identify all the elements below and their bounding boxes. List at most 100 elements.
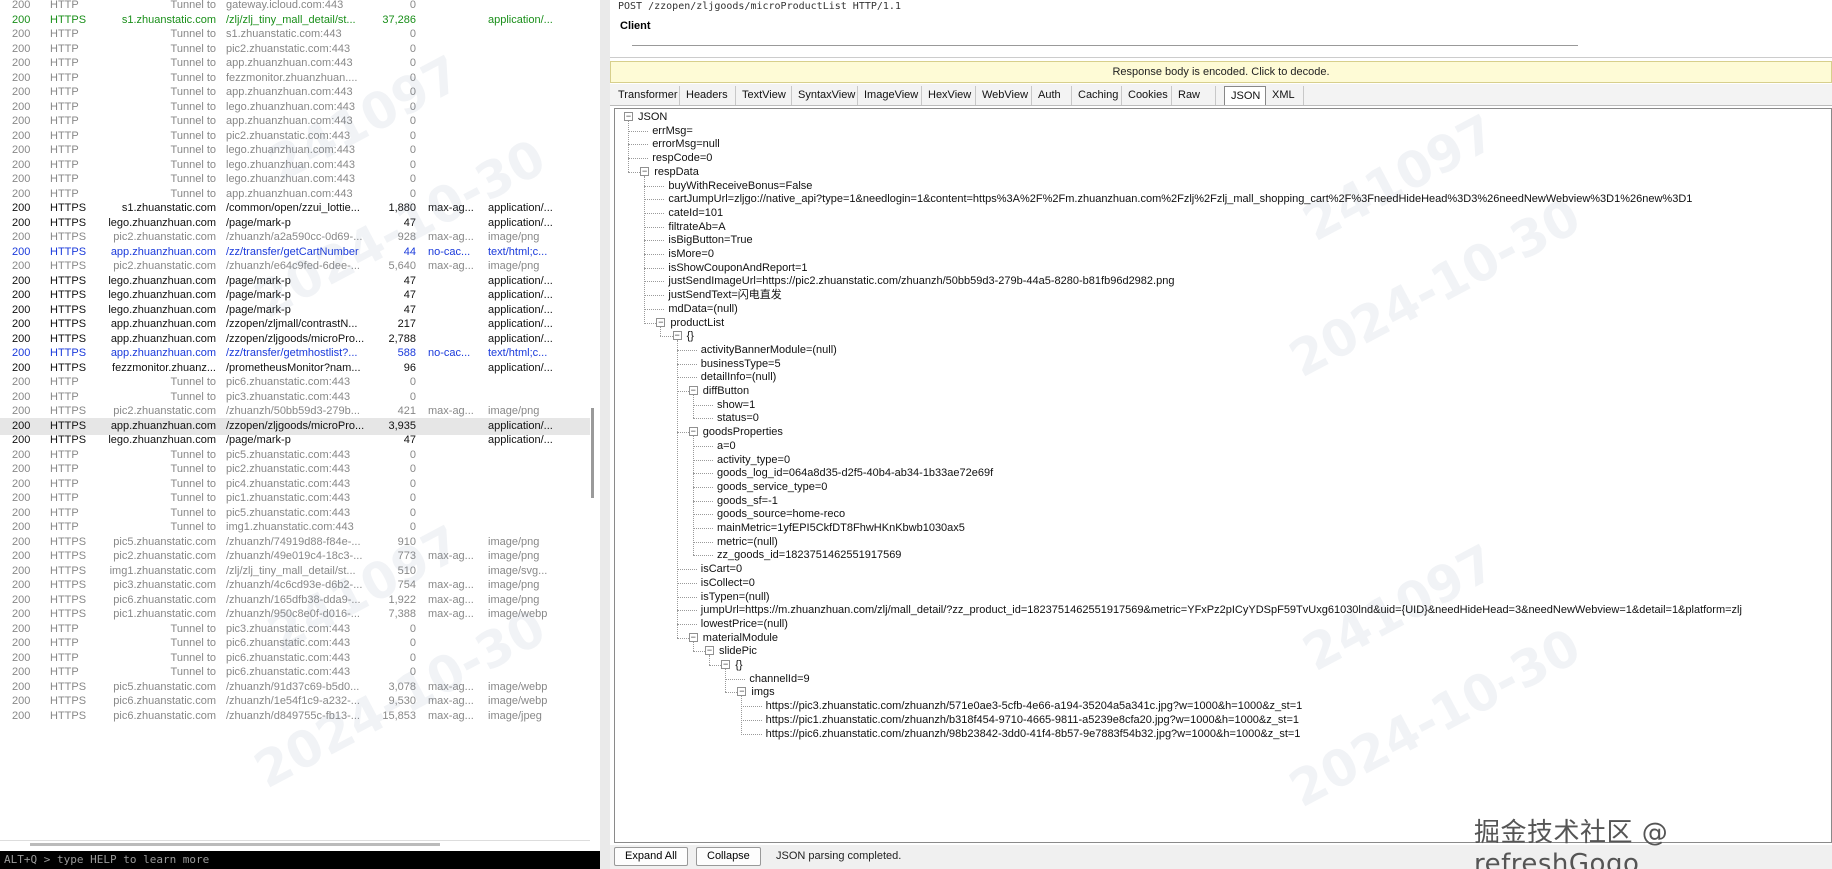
tree-connector bbox=[628, 144, 649, 146]
collapse-toggle-icon[interactable]: − bbox=[656, 317, 666, 327]
tree-connector bbox=[644, 212, 665, 214]
collapse-toggle-icon[interactable]: − bbox=[640, 166, 650, 176]
tree-connector bbox=[692, 473, 713, 475]
json-tree-view[interactable]: 241097 2024-10-30 241097 2024-10-30 − JSO… bbox=[614, 108, 1832, 843]
tree-connector bbox=[676, 582, 697, 584]
collapse-toggle-icon[interactable]: − bbox=[688, 632, 698, 642]
tree-connector bbox=[692, 459, 713, 461]
tree-connector bbox=[741, 719, 762, 721]
expand-all-button[interactable]: Expand All bbox=[614, 847, 688, 866]
tab-hexview[interactable]: HexView bbox=[922, 86, 976, 105]
inspector-panel: POST /zzopen/zljgoods/microProductList H… bbox=[610, 0, 1832, 869]
watermark-text: 2024-10-30 bbox=[1280, 187, 1590, 389]
tree-connector bbox=[676, 610, 697, 612]
json-tree-node[interactable]: {} bbox=[687, 328, 694, 344]
tree-connector bbox=[741, 696, 743, 734]
watermark-text: 2024-10-30 bbox=[1280, 617, 1590, 819]
tree-connector bbox=[676, 432, 689, 434]
collapse-button[interactable]: Collapse bbox=[696, 847, 761, 866]
tree-connector bbox=[644, 267, 665, 269]
tree-connector bbox=[741, 706, 762, 708]
tree-connector bbox=[676, 623, 697, 625]
tree-connector bbox=[628, 171, 641, 173]
json-tree-node[interactable]: https://pic6.zhuanstatic.com/zhuanzh/98b… bbox=[766, 726, 1301, 742]
tab-syntaxview[interactable]: SyntaxView bbox=[792, 86, 858, 105]
tree-connector bbox=[676, 363, 697, 365]
tree-connector bbox=[644, 308, 665, 310]
tree-connector bbox=[692, 514, 713, 516]
tab-transformer[interactable]: Transformer bbox=[612, 86, 680, 105]
request-line: POST /zzopen/zljgoods/microProductList H… bbox=[618, 1, 901, 12]
tree-connector bbox=[692, 528, 713, 529]
json-tree-node[interactable]: cartJumpUrl=zljgo://native_api?type=1&ne… bbox=[668, 191, 1692, 207]
client-header-label: Client bbox=[620, 20, 651, 32]
tree-connector bbox=[692, 500, 713, 502]
tree-connector bbox=[676, 340, 678, 638]
session-row[interactable]: 200 HTTPS pic6.zhuanstatic.com/zhuanzh/d84… bbox=[0, 708, 590, 725]
collapse-toggle-icon[interactable]: − bbox=[737, 687, 747, 697]
tree-connector bbox=[676, 569, 697, 571]
tree-connector bbox=[725, 678, 746, 680]
tree-connector bbox=[692, 641, 694, 652]
json-tree-node[interactable]: jumpUrl=https://m.zhuanzhuan.com/zlj/mal… bbox=[701, 602, 1742, 618]
tree-connector bbox=[725, 669, 727, 693]
divider bbox=[610, 57, 1832, 58]
tree-connector bbox=[741, 733, 762, 735]
tree-connector bbox=[628, 158, 649, 160]
collapse-toggle-icon[interactable]: − bbox=[624, 112, 633, 121]
session-caching: max-ag... bbox=[428, 709, 474, 722]
tree-connector bbox=[692, 651, 705, 653]
quickexec-bar[interactable]: ALT+Q > type HELP to learn more bbox=[0, 851, 600, 869]
panel-splitter[interactable] bbox=[600, 0, 610, 869]
tree-connector bbox=[692, 418, 713, 420]
tab-headers[interactable]: Headers bbox=[680, 86, 736, 105]
tree-connector bbox=[660, 336, 673, 338]
json-tree-node[interactable]: {} bbox=[735, 657, 742, 673]
tree-connector bbox=[676, 637, 689, 639]
session-host: pic6.zhuanstatic.com bbox=[113, 709, 216, 722]
sessions-panel: 200 HTTP Tunnel to gateway.icloud.com:443 0 2… bbox=[0, 0, 600, 869]
collapse-toggle-icon[interactable]: − bbox=[688, 427, 698, 437]
tab-raw[interactable]: Raw bbox=[1172, 86, 1216, 105]
tree-connector bbox=[725, 692, 738, 694]
collapse-toggle-icon[interactable]: − bbox=[672, 331, 682, 341]
tree-connector bbox=[628, 130, 649, 132]
json-tree-node[interactable]: goodsProperties bbox=[703, 424, 783, 440]
tree-connector bbox=[692, 436, 694, 556]
tree-connector bbox=[644, 185, 665, 187]
response-tabs: Transformer Headers TextView SyntaxView Imag… bbox=[610, 84, 1832, 106]
tree-connector bbox=[692, 445, 713, 447]
tab-auth[interactable]: Auth bbox=[1032, 86, 1072, 105]
tab-webview[interactable]: WebView bbox=[976, 86, 1032, 105]
json-status-text: JSON parsing completed. bbox=[776, 850, 902, 862]
tree-connector bbox=[676, 377, 697, 379]
tree-connector bbox=[644, 281, 665, 283]
tree-connector bbox=[644, 322, 657, 324]
tab-xml[interactable]: XML bbox=[1266, 86, 1304, 105]
json-tree-node[interactable]: productList bbox=[670, 315, 724, 331]
tree-connector bbox=[660, 326, 662, 337]
sessions-scrollbar[interactable] bbox=[591, 408, 594, 498]
watermark-credit: 掘金技术社区 @ refreshGogo bbox=[1474, 818, 1669, 869]
collapse-toggle-icon[interactable]: − bbox=[721, 660, 731, 669]
tree-connector bbox=[644, 254, 665, 255]
tree-connector bbox=[692, 404, 713, 406]
tab-imageview[interactable]: ImageView bbox=[858, 86, 922, 105]
session-body-size: 15,853 bbox=[382, 709, 416, 722]
tab-cookies[interactable]: Cookies bbox=[1122, 86, 1172, 105]
tab-caching[interactable]: Caching bbox=[1072, 86, 1122, 105]
tree-connector bbox=[628, 121, 629, 172]
sessions-horizontal-scrollbar[interactable] bbox=[0, 840, 590, 848]
tab-textview[interactable]: TextView bbox=[736, 86, 792, 105]
decode-response-notice[interactable]: Response body is encoded. Click to decod… bbox=[610, 61, 1832, 83]
tree-connector bbox=[644, 199, 665, 201]
session-content-type: image/jpeg bbox=[488, 709, 542, 722]
json-tree-node[interactable]: zz_goods_id=1823751462551917569 bbox=[717, 547, 901, 563]
watermark-text: 241097 bbox=[1293, 108, 1506, 253]
tree-connector bbox=[644, 295, 665, 297]
tab-json[interactable]: JSON bbox=[1224, 86, 1266, 105]
tree-connector bbox=[709, 655, 710, 665]
collapse-toggle-icon[interactable]: − bbox=[688, 386, 698, 395]
collapse-toggle-icon[interactable]: − bbox=[705, 646, 714, 656]
tree-connector bbox=[692, 555, 713, 557]
